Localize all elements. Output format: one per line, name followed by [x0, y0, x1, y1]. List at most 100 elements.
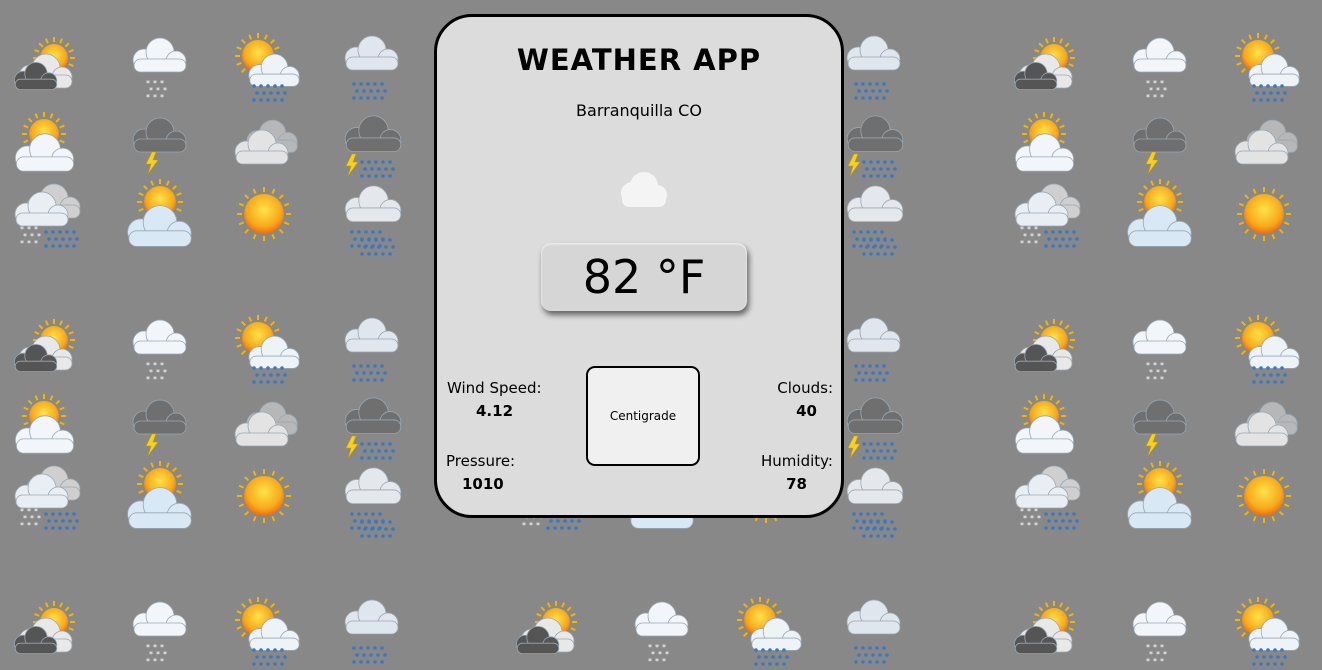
svg-text:*: * [1034, 239, 1038, 248]
thunderstorm-icon [124, 112, 196, 184]
humidity-value: 78 [786, 475, 807, 493]
snow-cloud-icon: ********* [124, 598, 196, 670]
partly-sunny-icon [1012, 112, 1084, 184]
sleet-icon: ********* [1012, 183, 1084, 256]
svg-text:*: * [1146, 375, 1150, 384]
sun-behind-cloud-icon [124, 461, 196, 538]
sun-rain-icon [734, 597, 806, 670]
svg-text:*: * [1160, 657, 1164, 666]
rain-cloud-icon [840, 34, 912, 106]
sun-behind-cloud-icon [1124, 461, 1196, 538]
weather-card: WEATHER APP Barranquilla CO 82 °F Wind S… [434, 14, 844, 518]
sun-behind-cloud-icon [1124, 179, 1196, 256]
snow-cloud-icon: ********* [124, 34, 196, 106]
partly-cloudy-dark-icon [1012, 316, 1084, 388]
thunder-rain-icon [338, 394, 410, 466]
overcast-icon [1232, 394, 1304, 466]
svg-text:*: * [655, 657, 659, 666]
svg-text:*: * [1027, 521, 1031, 530]
partly-cloudy-dark-icon [12, 316, 84, 388]
snow-cloud-icon: ********* [1124, 316, 1196, 388]
clouds-label: Clouds: [777, 379, 833, 397]
snow-cloud-icon: ********* [124, 316, 196, 388]
rain-cloud-icon [338, 316, 410, 388]
partly-sunny-icon [12, 394, 84, 466]
wind-speed-value: 4.12 [476, 402, 514, 420]
wind-speed-label: Wind Speed: [447, 379, 542, 397]
sun-rain-icon [232, 315, 304, 388]
partly-sunny-icon [1012, 394, 1084, 466]
partly-cloudy-dark-icon [1012, 598, 1084, 670]
rain-cloud-icon [338, 598, 410, 670]
svg-text:*: * [1153, 93, 1157, 102]
thunderstorm-icon [1124, 112, 1196, 184]
svg-text:*: * [529, 521, 533, 530]
svg-text:*: * [34, 239, 38, 248]
svg-text:*: * [146, 93, 150, 102]
svg-text:*: * [1146, 93, 1150, 102]
svg-text:*: * [27, 521, 31, 530]
overcast-icon [1232, 112, 1304, 184]
city-name: Barranquilla CO [576, 101, 702, 120]
svg-text:*: * [1153, 657, 1157, 666]
sun-icon [1232, 184, 1304, 256]
partly-cloudy-dark-icon [1012, 34, 1084, 106]
svg-text:*: * [648, 657, 652, 666]
clouds-value: 40 [796, 402, 817, 420]
partly-cloudy-dark-icon [514, 598, 586, 670]
sun-rain-icon [1232, 33, 1304, 106]
svg-text:*: * [34, 521, 38, 530]
svg-text:*: * [1153, 375, 1157, 384]
svg-text:*: * [536, 521, 540, 530]
rain-cloud-icon [840, 598, 912, 670]
thunderstorm-icon [124, 394, 196, 466]
heavy-rain-icon [840, 466, 912, 538]
unit-toggle-button[interactable]: Centigrade [586, 366, 700, 466]
svg-text:*: * [522, 521, 526, 530]
svg-text:*: * [20, 239, 24, 248]
svg-text:*: * [1146, 657, 1150, 666]
svg-text:*: * [1027, 239, 1031, 248]
sun-rain-icon [1232, 315, 1304, 388]
svg-text:*: * [153, 375, 157, 384]
svg-text:*: * [153, 93, 157, 102]
rain-cloud-icon [338, 34, 410, 106]
svg-text:*: * [27, 239, 31, 248]
sun-icon [232, 466, 304, 538]
svg-text:*: * [146, 375, 150, 384]
svg-text:*: * [1160, 93, 1164, 102]
temperature-display: 82 °F [541, 243, 747, 311]
sleet-icon: ********* [12, 465, 84, 538]
rain-cloud-icon [840, 316, 912, 388]
heavy-rain-icon [338, 184, 410, 256]
thunder-rain-icon [840, 394, 912, 466]
overcast-icon [232, 112, 304, 184]
svg-text:*: * [662, 657, 666, 666]
cloud-icon [612, 169, 672, 213]
svg-text:*: * [160, 657, 164, 666]
svg-text:*: * [1020, 521, 1024, 530]
svg-text:*: * [160, 375, 164, 384]
sun-behind-cloud-icon [124, 179, 196, 256]
svg-text:*: * [20, 521, 24, 530]
heavy-rain-icon [338, 466, 410, 538]
svg-text:*: * [1160, 375, 1164, 384]
snow-cloud-icon: ********* [626, 598, 698, 670]
thunder-rain-icon [840, 112, 912, 184]
svg-text:*: * [153, 657, 157, 666]
snow-cloud-icon: ********* [1124, 598, 1196, 670]
sun-icon [232, 184, 304, 256]
heavy-rain-icon [840, 184, 912, 256]
svg-text:*: * [146, 657, 150, 666]
snow-cloud-icon: ********* [1124, 34, 1196, 106]
svg-text:*: * [160, 93, 164, 102]
partly-cloudy-dark-icon [12, 34, 84, 106]
thunderstorm-icon [1124, 394, 1196, 466]
pressure-value: 1010 [462, 475, 504, 493]
humidity-label: Humidity: [761, 452, 833, 470]
partly-sunny-icon [12, 112, 84, 184]
sun-icon [1232, 466, 1304, 538]
sun-rain-icon [232, 597, 304, 670]
sleet-icon: ********* [12, 183, 84, 256]
svg-text:*: * [1020, 239, 1024, 248]
